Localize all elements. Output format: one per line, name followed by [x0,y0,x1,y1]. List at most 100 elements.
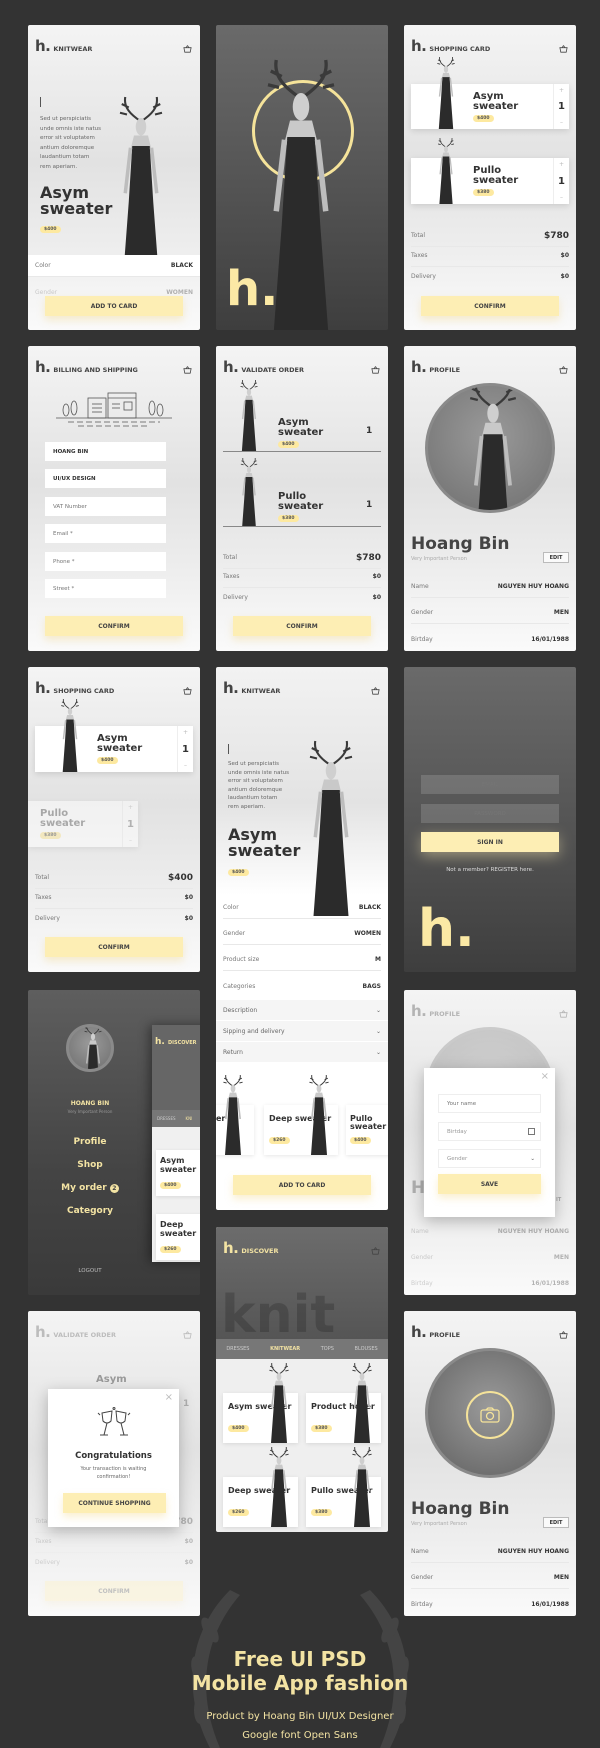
camera-button[interactable] [466,1391,514,1439]
tab-knitwear[interactable]: KNITWEAR [270,1346,300,1352]
plus-icon[interactable]: + [183,729,188,736]
menu-item-shop[interactable]: Shop [28,1160,152,1170]
quantity-stepper[interactable]: +1 – [177,726,193,772]
email-field[interactable] [421,775,559,794]
product-card-hover[interactable]: Product hover $380 [306,1363,381,1443]
confirm-button[interactable]: CONFIRM [233,616,371,636]
plus-icon[interactable]: + [128,804,133,811]
cart-icon[interactable] [183,39,192,53]
street-field[interactable] [45,579,166,598]
continue-shopping-button[interactable]: CONTINUE SHOPPING [63,1493,166,1513]
related-product[interactable]: er [216,1075,254,1155]
quantity-stepper[interactable]: +1 – [122,801,138,847]
tab-dresses[interactable]: DRESSES [157,1116,176,1121]
menu-item-my-order[interactable]: My order 2 [28,1183,152,1193]
sign-in-button[interactable]: SIGN IN [421,832,559,852]
page-title: DISCOVER [241,1247,279,1255]
brand-logo[interactable]: h. [35,679,51,697]
related-product[interactable]: Deep sweater $260 [264,1075,338,1155]
model-silhouette [223,1075,243,1155]
minus-icon[interactable]: – [560,194,563,201]
minus-icon[interactable]: – [129,837,132,844]
product-card[interactable]: Asym sweater $400 [223,1363,298,1443]
cart-icon[interactable] [183,681,192,695]
brand-logo[interactable]: h. [223,1239,239,1257]
profile-row-birthday: Birtday 16/01/1988 [411,628,569,650]
menu-item-category[interactable]: Category [28,1206,152,1216]
profile-name: Hoang Bin [411,534,510,554]
company-field[interactable] [45,469,166,488]
tab-tops[interactable]: TOPS [321,1346,334,1352]
brand-logo[interactable]: h. [411,1323,427,1341]
phone-field[interactable] [45,552,166,571]
brand-logo[interactable]: h. [223,679,239,697]
brand-logo[interactable]: h. [223,358,239,376]
confirm-button[interactable]: CONFIRM [421,296,559,316]
row-label: Delivery [35,1558,60,1566]
summary-delivery: Delivery $0 [35,907,193,929]
cart-icon[interactable] [559,360,568,374]
add-to-card-button[interactable]: ADD TO CARD [233,1175,371,1195]
cart-icon[interactable] [559,39,568,53]
brand-logo[interactable]: h. [35,37,51,55]
divider [223,451,381,452]
email-field[interactable] [45,524,166,543]
cart-item-swiping[interactable]: Pullo sweater $380 +1 – [28,801,138,847]
close-icon[interactable]: × [541,1071,549,1082]
menu-avatar[interactable] [66,1024,114,1072]
row-label: Gender [411,1574,434,1581]
vat-number-field[interactable] [45,497,166,516]
your-name-field[interactable] [438,1094,541,1113]
accordion-description[interactable]: Description ⌄ [216,1000,388,1021]
password-field[interactable] [421,804,559,823]
product-card[interactable]: Deep sweater $260 [223,1447,298,1527]
profile-row-birthday: Birtday 16/01/1988 [411,1593,569,1615]
plus-icon[interactable]: + [559,87,564,94]
product-image [216,1075,252,1155]
quantity-stepper[interactable]: +1 – [553,84,569,129]
save-button[interactable]: SAVE [438,1174,541,1194]
peek-product[interactable]: Asym sweater $400 [156,1150,200,1196]
minus-icon[interactable]: – [184,762,187,769]
field-placeholder: Gender [447,1155,468,1162]
summary-delivery: Delivery $0 [223,586,381,608]
row-label: Total [411,232,426,239]
confirm-button[interactable]: CONFIRM [45,937,183,957]
edit-button[interactable]: EDIT [543,552,569,563]
tab-blouses[interactable]: BLOUSES [355,1346,378,1352]
row-value: MEN [553,609,569,616]
accordion-return[interactable]: Return ⌄ [216,1042,388,1063]
cart-icon[interactable] [371,1241,380,1255]
brand-logo[interactable]: h. [35,358,51,376]
quantity-stepper[interactable]: +1 – [553,158,569,204]
related-product[interactable]: Pullo sweater $400 [346,1105,388,1155]
cart-icon[interactable] [371,360,380,374]
discover-peek-panel[interactable]: h. DISCOVER DRESSES KNI Asym sweater $400 … [152,1025,200,1262]
menu-item-profile[interactable]: Profile [28,1137,152,1147]
product-card[interactable]: Pullo sweater $380 [306,1447,381,1527]
brand-logo[interactable]: h. [411,358,427,376]
name-field[interactable] [45,442,166,461]
tab-dresses[interactable]: DRESSES [226,1346,249,1352]
gender-select[interactable]: Gender ⌄ [438,1149,541,1168]
cart-icon[interactable] [371,681,380,695]
add-to-card-button[interactable]: ADD TO CARD [45,296,183,316]
minus-icon[interactable]: – [560,119,563,126]
price-badge: $400 [350,1137,371,1144]
summary-taxes: Taxes $0 [35,887,193,909]
calendar-icon[interactable] [528,1128,535,1135]
logout-link[interactable]: LOGOUT [28,1268,152,1274]
plus-icon[interactable]: + [559,161,564,168]
profile-row-gender: Gender MEN [411,1246,569,1268]
tab-knitwear[interactable]: KNI [186,1116,193,1121]
confirm-button[interactable]: CONFIRM [45,616,183,636]
cart-icon[interactable] [183,360,192,374]
cart-icon[interactable] [559,1325,568,1339]
brand-logo[interactable]: h. [411,37,427,55]
peek-product[interactable]: Deep sweater $260 [156,1214,200,1260]
accordion-shipping[interactable]: Sipping and delivery ⌄ [216,1021,388,1042]
birthday-field[interactable]: Birtday [438,1122,541,1141]
register-link[interactable]: Not a member? REGISTER here. [404,867,576,873]
edit-button[interactable]: EDIT [543,1517,569,1528]
close-icon[interactable]: × [165,1392,173,1403]
